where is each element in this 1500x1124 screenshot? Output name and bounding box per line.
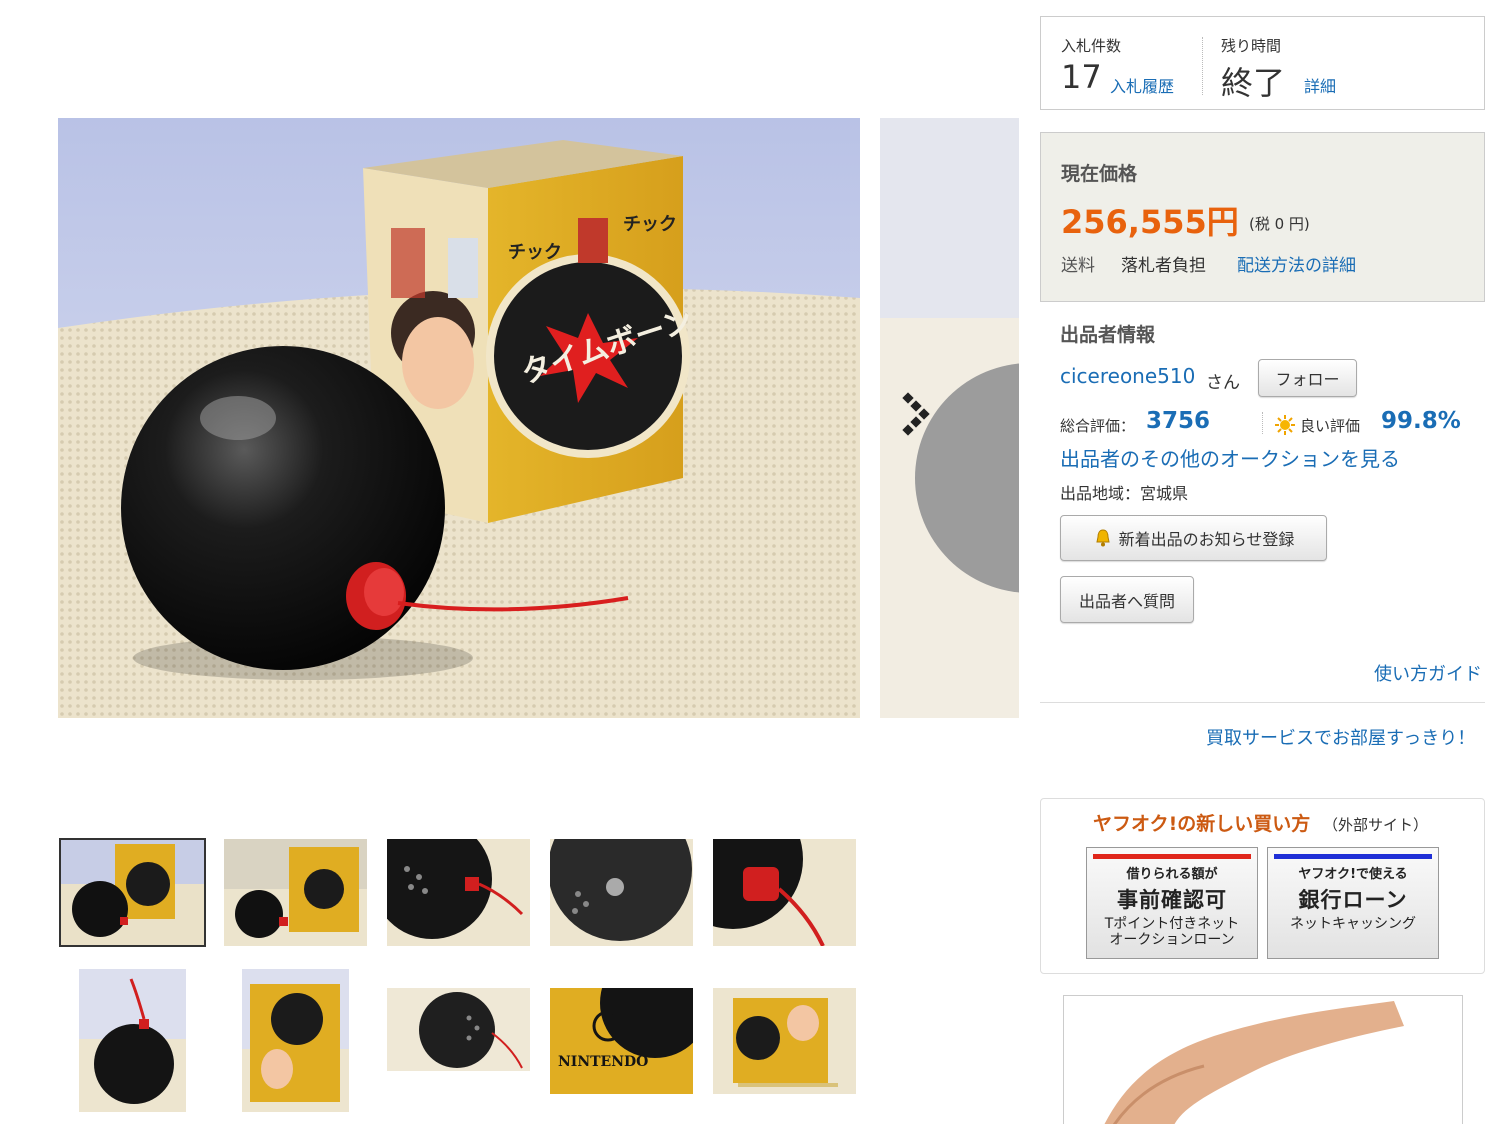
thumbnail-9[interactable]: NINTENDO xyxy=(550,988,693,1094)
banner-2-line2: 銀行ローン xyxy=(1298,888,1408,912)
thumbnail-3[interactable] xyxy=(387,839,530,946)
price-tax: (税 0 円) xyxy=(1249,215,1310,233)
good-rating-value: 99.8% xyxy=(1381,408,1461,434)
bid-divider xyxy=(1202,37,1204,95)
banner-red-bar xyxy=(1093,854,1251,859)
buyback-service-link[interactable]: 買取サービスでお部屋すっきり！ xyxy=(1206,724,1475,750)
section-divider xyxy=(1040,702,1485,703)
thumb-brand-text: NINTENDO xyxy=(558,1054,648,1070)
new-listing-notify-label: 新着出品のお知らせ登録 xyxy=(1118,530,1295,549)
thumbnail-7[interactable] xyxy=(242,969,349,1112)
auction-loan-banner[interactable]: 借りられる額が 事前確認可 Tポイント付きネット オークションローン xyxy=(1086,847,1258,959)
shipping-detail-link[interactable]: 配送方法の詳細 xyxy=(1237,251,1356,276)
bell-icon xyxy=(1093,528,1113,548)
thumbnail-4[interactable] xyxy=(550,839,693,946)
rating-value-link[interactable]: 3756 xyxy=(1146,408,1210,434)
ad-image[interactable] xyxy=(1063,995,1463,1124)
follow-button[interactable]: フォロー xyxy=(1258,359,1357,397)
price-label: 現在価格 xyxy=(1061,163,1138,185)
time-left-label: 残り時間 xyxy=(1221,37,1282,55)
sun-icon xyxy=(1274,414,1296,436)
shipping-label: 送料 xyxy=(1061,256,1095,276)
current-price-box: 現在価格 256,555円 (税 0 円) 送料 落札者負担 配送方法の詳細 xyxy=(1040,132,1485,302)
usage-guide-link[interactable]: 使い方ガイド xyxy=(1374,660,1482,686)
shipping-value: 落札者負担 xyxy=(1121,256,1206,276)
external-title: ヤフオク!の新しい買い方 xyxy=(1093,813,1311,835)
bid-history-link[interactable]: 入札履歴 xyxy=(1110,73,1174,97)
thumbnail-1[interactable] xyxy=(59,838,206,947)
seller-honorific: さん xyxy=(1206,373,1240,393)
rating-divider xyxy=(1262,412,1264,434)
thumbnail-2[interactable] xyxy=(224,839,367,946)
banner-blue-bar xyxy=(1274,854,1432,859)
thumbnail-5[interactable] xyxy=(713,839,856,946)
tick-text-left: チック xyxy=(508,242,562,263)
ask-seller-button[interactable]: 出品者へ質問 xyxy=(1060,576,1194,623)
banner-2-line3: ネットキャッシング xyxy=(1290,916,1416,932)
next-photo-arrow-icon[interactable] xyxy=(898,388,938,448)
main-product-photo[interactable]: チック チック タイムボーン xyxy=(58,118,860,718)
banner-1-line1: 借りられる額が xyxy=(1126,867,1218,882)
seller-region: 出品地域：宮城県 xyxy=(1060,484,1189,503)
good-rating-label: 良い評価 xyxy=(1300,417,1361,435)
bank-loan-banner[interactable]: ヤフオク!で使える 銀行ローン ネットキャッシング xyxy=(1267,847,1439,959)
banner-1-line2: 事前確認可 xyxy=(1117,888,1227,912)
price-value: 256,555円 xyxy=(1061,203,1239,241)
thumbnail-10[interactable] xyxy=(713,988,856,1094)
thumbnail-6[interactable] xyxy=(79,969,186,1112)
time-detail-link[interactable]: 詳細 xyxy=(1304,73,1336,97)
banner-2-line1: ヤフオク!で使える xyxy=(1298,867,1408,882)
new-buying-methods-box: ヤフオク!の新しい買い方 （外部サイト） 借りられる額が 事前確認可 Tポイント… xyxy=(1040,798,1485,974)
seller-info-title: 出品者情報 xyxy=(1060,324,1156,346)
bid-status-box: 入札件数 17 入札履歴 残り時間 終了 詳細 xyxy=(1040,16,1485,110)
time-left-value: 終了 xyxy=(1221,64,1286,102)
bid-count-label: 入札件数 xyxy=(1061,37,1122,55)
thumbnail-8[interactable] xyxy=(387,988,530,1071)
tick-text-right: チック xyxy=(623,214,677,235)
seller-name-link[interactable]: cicereone510 xyxy=(1060,364,1195,388)
new-listing-notify-button[interactable]: 新着出品のお知らせ登録 xyxy=(1060,515,1327,561)
rating-label: 総合評価： xyxy=(1060,417,1136,435)
bid-count: 17 xyxy=(1061,58,1102,96)
banner-1-line3: Tポイント付きネット オークションローン xyxy=(1104,916,1240,948)
external-note: （外部サイト） xyxy=(1323,816,1429,834)
seller-other-auctions-link[interactable]: 出品者のその他のオークションを見る xyxy=(1060,443,1400,472)
